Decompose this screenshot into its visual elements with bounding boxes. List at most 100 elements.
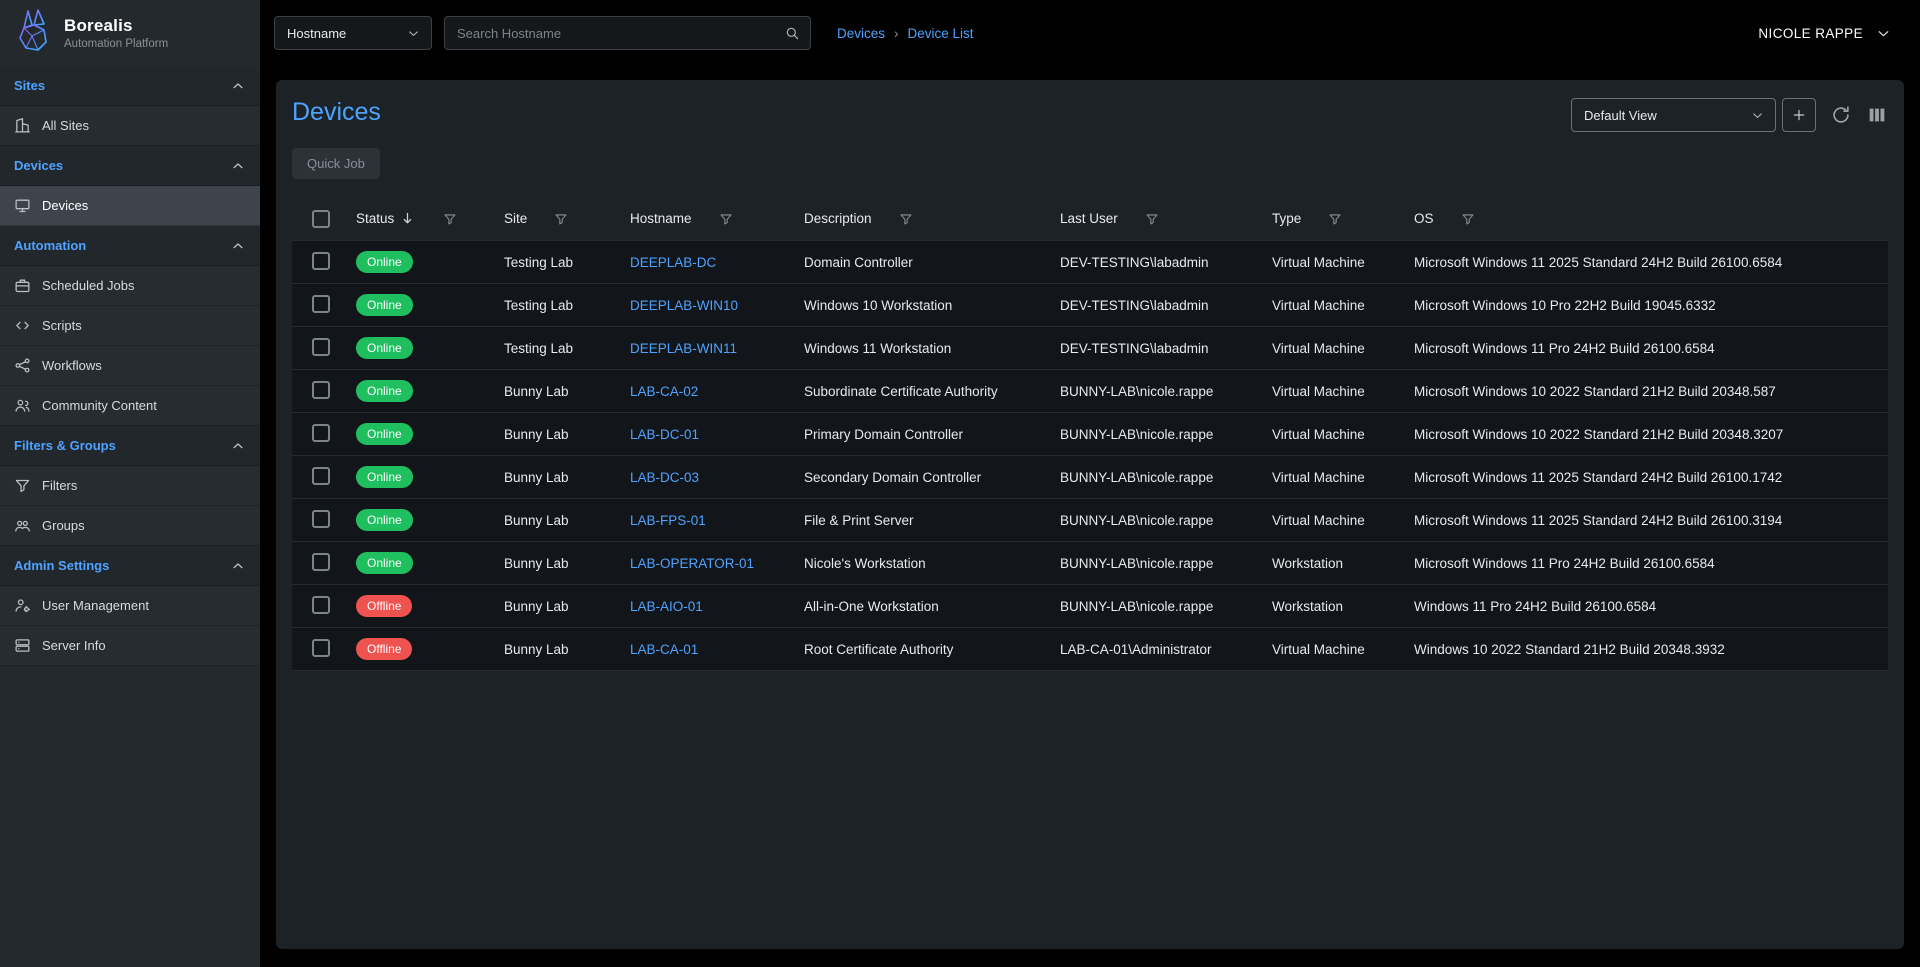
hostname-link[interactable]: DEEPLAB-WIN10 xyxy=(630,298,738,313)
filter-icon[interactable] xyxy=(443,212,457,226)
table-row: Online Bunny Lab LAB-FPS-01 File & Print… xyxy=(292,499,1888,542)
column-header-type[interactable]: Type xyxy=(1272,211,1414,226)
status-badge: Online xyxy=(356,294,413,316)
select-all-checkbox[interactable] xyxy=(312,210,330,228)
column-header-description[interactable]: Description xyxy=(804,211,1060,226)
hostname-link[interactable]: LAB-CA-01 xyxy=(630,642,698,657)
sidebar-section-admin-settings[interactable]: Admin Settings xyxy=(0,546,260,586)
sidebar-item-filters[interactable]: Filters xyxy=(0,466,260,506)
breadcrumb-separator: › xyxy=(894,26,899,41)
type-cell: Virtual Machine xyxy=(1272,642,1365,657)
view-select-value: Default View xyxy=(1584,108,1657,123)
hostname-link[interactable]: DEEPLAB-DC xyxy=(630,255,716,270)
breadcrumb-device-list[interactable]: Device List xyxy=(908,26,974,41)
row-checkbox[interactable] xyxy=(312,381,330,399)
table-body: Online Testing Lab DEEPLAB-DC Domain Con… xyxy=(292,241,1888,671)
hostname-link[interactable]: DEEPLAB-WIN11 xyxy=(630,341,737,356)
row-menu-kebab-icon[interactable] xyxy=(1855,253,1873,271)
row-menu-kebab-icon[interactable] xyxy=(1855,425,1873,443)
row-menu-kebab-icon[interactable] xyxy=(1855,511,1873,529)
refresh-button[interactable] xyxy=(1830,104,1852,126)
hostname-link[interactable]: LAB-DC-03 xyxy=(630,470,699,485)
column-header-hostname[interactable]: Hostname xyxy=(630,211,804,226)
row-checkbox[interactable] xyxy=(312,252,330,270)
row-checkbox[interactable] xyxy=(312,424,330,442)
chevron-up-icon xyxy=(230,158,246,174)
add-view-button[interactable] xyxy=(1782,98,1816,132)
sidebar-item-user-management[interactable]: User Management xyxy=(0,586,260,626)
chevron-down-icon xyxy=(406,26,421,41)
description-cell: Primary Domain Controller xyxy=(804,427,963,442)
row-checkbox[interactable] xyxy=(312,467,330,485)
sidebar-section-devices[interactable]: Devices xyxy=(0,146,260,186)
column-header-site[interactable]: Site xyxy=(504,211,630,226)
sidebar-item-scripts[interactable]: Scripts xyxy=(0,306,260,346)
section-label: Sites xyxy=(14,78,45,93)
sidebar-section-sites[interactable]: Sites xyxy=(0,66,260,106)
column-header-status[interactable]: Status xyxy=(356,210,504,227)
sidebar-item-label: Groups xyxy=(42,518,85,533)
sidebar-item-label: Server Info xyxy=(42,638,106,653)
view-select[interactable]: Default View xyxy=(1571,98,1776,132)
row-checkbox[interactable] xyxy=(312,596,330,614)
groups-icon xyxy=(14,517,31,534)
sidebar-item-devices[interactable]: Devices xyxy=(0,186,260,226)
quick-job-button[interactable]: Quick Job xyxy=(292,148,380,179)
row-checkbox[interactable] xyxy=(312,295,330,313)
sidebar-item-scheduled-jobs[interactable]: Scheduled Jobs xyxy=(0,266,260,306)
column-label: OS xyxy=(1414,211,1434,226)
sidebar-item-workflows[interactable]: Workflows xyxy=(0,346,260,386)
sidebar-item-groups[interactable]: Groups xyxy=(0,506,260,546)
row-menu-kebab-icon[interactable] xyxy=(1855,554,1873,572)
row-menu-kebab-icon[interactable] xyxy=(1855,296,1873,314)
row-checkbox[interactable] xyxy=(312,639,330,657)
row-menu-kebab-icon[interactable] xyxy=(1855,382,1873,400)
filter-icon[interactable] xyxy=(719,212,733,226)
row-menu-kebab-icon[interactable] xyxy=(1855,339,1873,357)
row-menu-kebab-icon[interactable] xyxy=(1855,468,1873,486)
sidebar-item-label: Scripts xyxy=(42,318,82,333)
sidebar-section-filters-groups[interactable]: Filters & Groups xyxy=(0,426,260,466)
workflow-icon xyxy=(14,357,31,374)
filter-icon[interactable] xyxy=(1328,212,1342,226)
row-checkbox[interactable] xyxy=(312,553,330,571)
filter-icon[interactable] xyxy=(554,212,568,226)
sidebar-item-all-sites[interactable]: All Sites xyxy=(0,106,260,146)
column-label: Status xyxy=(356,211,394,226)
type-cell: Workstation xyxy=(1272,599,1343,614)
row-checkbox[interactable] xyxy=(312,510,330,528)
hostname-link[interactable]: LAB-AIO-01 xyxy=(630,599,703,614)
breadcrumb-devices[interactable]: Devices xyxy=(837,26,885,41)
column-label: Hostname xyxy=(630,211,692,226)
column-header-last-user[interactable]: Last User xyxy=(1060,211,1272,226)
hostname-link[interactable]: LAB-DC-01 xyxy=(630,427,699,442)
table-row: Online Bunny Lab LAB-DC-01 Primary Domai… xyxy=(292,413,1888,456)
os-cell: Microsoft Windows 10 2022 Standard 21H2 … xyxy=(1414,384,1776,399)
hostname-filter-select[interactable]: Hostname xyxy=(274,16,432,50)
filter-icon[interactable] xyxy=(1461,212,1475,226)
row-menu-kebab-icon[interactable] xyxy=(1855,640,1873,658)
column-label: Site xyxy=(504,211,527,226)
hostname-link[interactable]: LAB-CA-02 xyxy=(630,384,698,399)
plus-icon xyxy=(1791,107,1807,123)
sort-desc-icon[interactable] xyxy=(399,210,416,227)
sidebar-item-community-content[interactable]: Community Content xyxy=(0,386,260,426)
row-menu-kebab-icon[interactable] xyxy=(1855,597,1873,615)
type-cell: Virtual Machine xyxy=(1272,470,1365,485)
devices-icon xyxy=(14,197,31,214)
status-badge: Online xyxy=(356,423,413,445)
lastuser-cell: BUNNY-LAB\nicole.rappe xyxy=(1060,513,1213,528)
search-icon[interactable] xyxy=(784,25,800,41)
filter-icon[interactable] xyxy=(1145,212,1159,226)
filter-icon[interactable] xyxy=(899,212,913,226)
column-header-os[interactable]: OS xyxy=(1414,211,1840,226)
row-checkbox[interactable] xyxy=(312,338,330,356)
columns-button[interactable] xyxy=(1866,104,1888,126)
hostname-link[interactable]: LAB-FPS-01 xyxy=(630,513,706,528)
search-input[interactable] xyxy=(457,26,784,41)
hostname-link[interactable]: LAB-OPERATOR-01 xyxy=(630,556,754,571)
sidebar-section-automation[interactable]: Automation xyxy=(0,226,260,266)
site-cell: Bunny Lab xyxy=(504,513,569,528)
user-menu[interactable]: NICOLE RAPPE xyxy=(1758,25,1892,42)
sidebar-item-server-info[interactable]: Server Info xyxy=(0,626,260,666)
